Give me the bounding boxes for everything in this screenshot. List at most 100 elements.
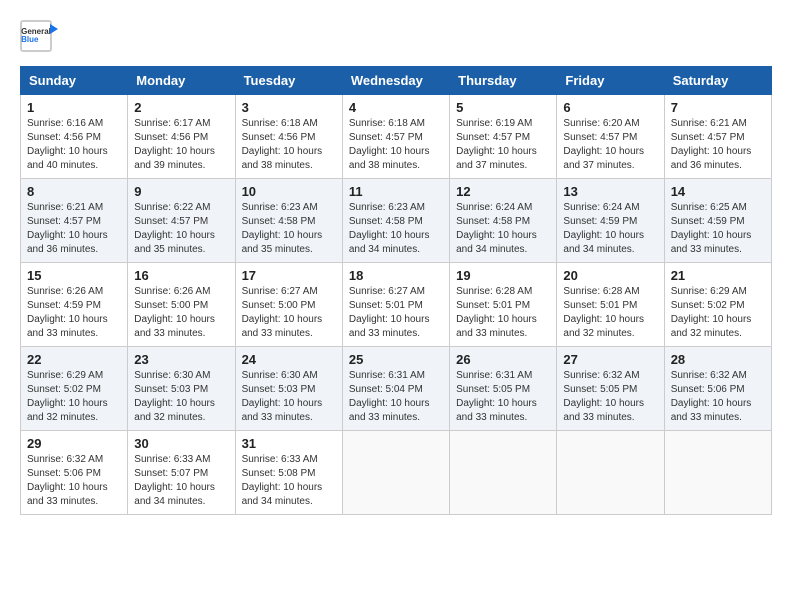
day-number: 17 (242, 268, 336, 283)
day-detail: Sunrise: 6:24 AM Sunset: 4:59 PM Dayligh… (563, 201, 657, 257)
calendar-cell: 9 Sunrise: 6:22 AM Sunset: 4:57 PM Dayli… (128, 179, 235, 263)
weekday-header-monday: Monday (128, 67, 235, 95)
day-detail: Sunrise: 6:30 AM Sunset: 5:03 PM Dayligh… (134, 369, 228, 425)
day-number: 6 (563, 100, 657, 115)
day-number: 21 (671, 268, 765, 283)
calendar-cell (557, 431, 664, 515)
day-detail: Sunrise: 6:23 AM Sunset: 4:58 PM Dayligh… (242, 201, 336, 257)
day-detail: Sunrise: 6:25 AM Sunset: 4:59 PM Dayligh… (671, 201, 765, 257)
day-detail: Sunrise: 6:23 AM Sunset: 4:58 PM Dayligh… (349, 201, 443, 257)
day-detail: Sunrise: 6:26 AM Sunset: 5:00 PM Dayligh… (134, 285, 228, 341)
calendar-cell: 18 Sunrise: 6:27 AM Sunset: 5:01 PM Dayl… (342, 263, 449, 347)
calendar-cell: 23 Sunrise: 6:30 AM Sunset: 5:03 PM Dayl… (128, 347, 235, 431)
day-number: 18 (349, 268, 443, 283)
calendar-cell: 17 Sunrise: 6:27 AM Sunset: 5:00 PM Dayl… (235, 263, 342, 347)
calendar-cell: 13 Sunrise: 6:24 AM Sunset: 4:59 PM Dayl… (557, 179, 664, 263)
day-detail: Sunrise: 6:33 AM Sunset: 5:07 PM Dayligh… (134, 453, 228, 509)
day-number: 30 (134, 436, 228, 451)
calendar-cell (664, 431, 771, 515)
day-number: 22 (27, 352, 121, 367)
day-detail: Sunrise: 6:17 AM Sunset: 4:56 PM Dayligh… (134, 117, 228, 173)
day-number: 28 (671, 352, 765, 367)
calendar-cell: 14 Sunrise: 6:25 AM Sunset: 4:59 PM Dayl… (664, 179, 771, 263)
day-number: 9 (134, 184, 228, 199)
calendar-cell: 30 Sunrise: 6:33 AM Sunset: 5:07 PM Dayl… (128, 431, 235, 515)
day-detail: Sunrise: 6:33 AM Sunset: 5:08 PM Dayligh… (242, 453, 336, 509)
calendar-cell: 27 Sunrise: 6:32 AM Sunset: 5:05 PM Dayl… (557, 347, 664, 431)
page-header: GeneralBlue (20, 20, 772, 56)
day-number: 20 (563, 268, 657, 283)
calendar-cell: 19 Sunrise: 6:28 AM Sunset: 5:01 PM Dayl… (450, 263, 557, 347)
calendar-cell: 16 Sunrise: 6:26 AM Sunset: 5:00 PM Dayl… (128, 263, 235, 347)
day-number: 8 (27, 184, 121, 199)
weekday-header-thursday: Thursday (450, 67, 557, 95)
day-number: 23 (134, 352, 228, 367)
day-number: 25 (349, 352, 443, 367)
day-number: 19 (456, 268, 550, 283)
day-detail: Sunrise: 6:16 AM Sunset: 4:56 PM Dayligh… (27, 117, 121, 173)
day-detail: Sunrise: 6:26 AM Sunset: 4:59 PM Dayligh… (27, 285, 121, 341)
weekday-header-wednesday: Wednesday (342, 67, 449, 95)
day-number: 31 (242, 436, 336, 451)
logo-graphic: GeneralBlue (20, 20, 56, 56)
day-detail: Sunrise: 6:32 AM Sunset: 5:06 PM Dayligh… (671, 369, 765, 425)
calendar-cell: 7 Sunrise: 6:21 AM Sunset: 4:57 PM Dayli… (664, 95, 771, 179)
logo: GeneralBlue (20, 20, 56, 56)
calendar-cell: 1 Sunrise: 6:16 AM Sunset: 4:56 PM Dayli… (21, 95, 128, 179)
weekday-header-friday: Friday (557, 67, 664, 95)
day-detail: Sunrise: 6:29 AM Sunset: 5:02 PM Dayligh… (671, 285, 765, 341)
calendar-cell (450, 431, 557, 515)
day-detail: Sunrise: 6:30 AM Sunset: 5:03 PM Dayligh… (242, 369, 336, 425)
calendar-cell: 25 Sunrise: 6:31 AM Sunset: 5:04 PM Dayl… (342, 347, 449, 431)
calendar-cell: 22 Sunrise: 6:29 AM Sunset: 5:02 PM Dayl… (21, 347, 128, 431)
day-detail: Sunrise: 6:27 AM Sunset: 5:01 PM Dayligh… (349, 285, 443, 341)
day-number: 13 (563, 184, 657, 199)
day-detail: Sunrise: 6:18 AM Sunset: 4:56 PM Dayligh… (242, 117, 336, 173)
calendar-cell: 24 Sunrise: 6:30 AM Sunset: 5:03 PM Dayl… (235, 347, 342, 431)
day-number: 15 (27, 268, 121, 283)
day-number: 10 (242, 184, 336, 199)
day-number: 29 (27, 436, 121, 451)
day-detail: Sunrise: 6:32 AM Sunset: 5:06 PM Dayligh… (27, 453, 121, 509)
calendar-cell: 3 Sunrise: 6:18 AM Sunset: 4:56 PM Dayli… (235, 95, 342, 179)
calendar-cell: 8 Sunrise: 6:21 AM Sunset: 4:57 PM Dayli… (21, 179, 128, 263)
calendar-cell: 12 Sunrise: 6:24 AM Sunset: 4:58 PM Dayl… (450, 179, 557, 263)
calendar-cell (342, 431, 449, 515)
day-number: 14 (671, 184, 765, 199)
weekday-header-tuesday: Tuesday (235, 67, 342, 95)
day-detail: Sunrise: 6:21 AM Sunset: 4:57 PM Dayligh… (27, 201, 121, 257)
day-detail: Sunrise: 6:22 AM Sunset: 4:57 PM Dayligh… (134, 201, 228, 257)
day-number: 3 (242, 100, 336, 115)
day-number: 12 (456, 184, 550, 199)
weekday-header-sunday: Sunday (21, 67, 128, 95)
day-detail: Sunrise: 6:24 AM Sunset: 4:58 PM Dayligh… (456, 201, 550, 257)
calendar-cell: 20 Sunrise: 6:28 AM Sunset: 5:01 PM Dayl… (557, 263, 664, 347)
day-detail: Sunrise: 6:27 AM Sunset: 5:00 PM Dayligh… (242, 285, 336, 341)
day-detail: Sunrise: 6:18 AM Sunset: 4:57 PM Dayligh… (349, 117, 443, 173)
day-detail: Sunrise: 6:28 AM Sunset: 5:01 PM Dayligh… (456, 285, 550, 341)
calendar-cell: 28 Sunrise: 6:32 AM Sunset: 5:06 PM Dayl… (664, 347, 771, 431)
calendar-cell: 6 Sunrise: 6:20 AM Sunset: 4:57 PM Dayli… (557, 95, 664, 179)
day-detail: Sunrise: 6:31 AM Sunset: 5:05 PM Dayligh… (456, 369, 550, 425)
day-detail: Sunrise: 6:32 AM Sunset: 5:05 PM Dayligh… (563, 369, 657, 425)
calendar-cell: 26 Sunrise: 6:31 AM Sunset: 5:05 PM Dayl… (450, 347, 557, 431)
day-number: 5 (456, 100, 550, 115)
calendar-cell: 5 Sunrise: 6:19 AM Sunset: 4:57 PM Dayli… (450, 95, 557, 179)
calendar-cell: 11 Sunrise: 6:23 AM Sunset: 4:58 PM Dayl… (342, 179, 449, 263)
day-detail: Sunrise: 6:19 AM Sunset: 4:57 PM Dayligh… (456, 117, 550, 173)
day-number: 1 (27, 100, 121, 115)
day-detail: Sunrise: 6:20 AM Sunset: 4:57 PM Dayligh… (563, 117, 657, 173)
day-number: 7 (671, 100, 765, 115)
calendar-cell: 15 Sunrise: 6:26 AM Sunset: 4:59 PM Dayl… (21, 263, 128, 347)
day-number: 2 (134, 100, 228, 115)
day-number: 24 (242, 352, 336, 367)
weekday-header-saturday: Saturday (664, 67, 771, 95)
day-detail: Sunrise: 6:29 AM Sunset: 5:02 PM Dayligh… (27, 369, 121, 425)
logo-wordmark: GeneralBlue (20, 20, 56, 56)
day-number: 11 (349, 184, 443, 199)
day-number: 4 (349, 100, 443, 115)
calendar-cell: 10 Sunrise: 6:23 AM Sunset: 4:58 PM Dayl… (235, 179, 342, 263)
day-detail: Sunrise: 6:21 AM Sunset: 4:57 PM Dayligh… (671, 117, 765, 173)
day-detail: Sunrise: 6:31 AM Sunset: 5:04 PM Dayligh… (349, 369, 443, 425)
day-number: 16 (134, 268, 228, 283)
